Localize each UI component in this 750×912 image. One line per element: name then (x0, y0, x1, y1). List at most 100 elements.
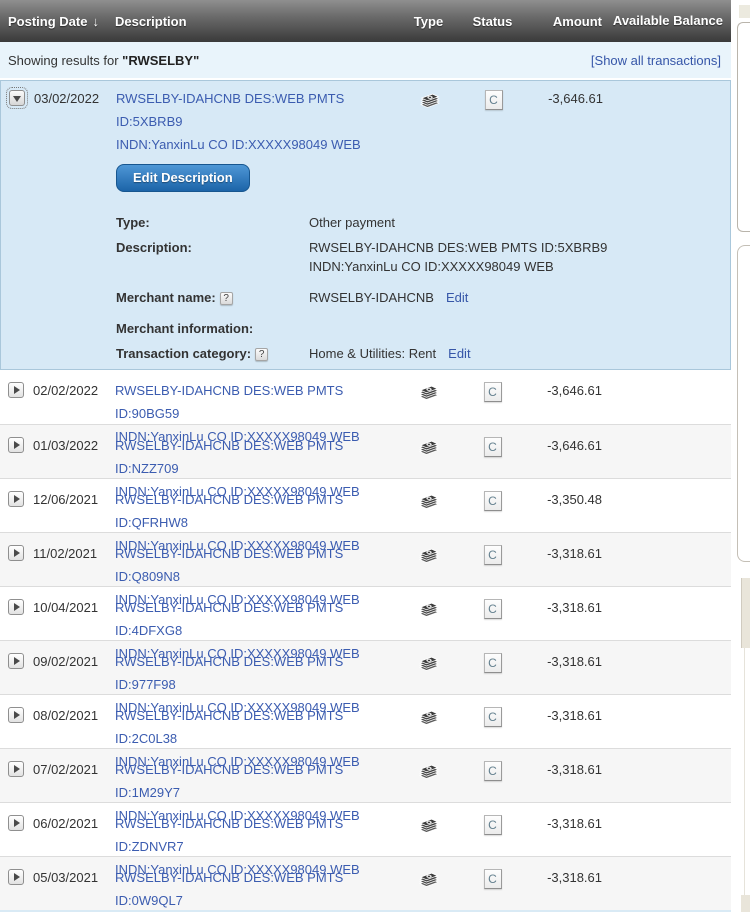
chevron-down-icon (13, 96, 21, 102)
posting-date: 06/02/2021 (33, 812, 98, 835)
transaction-description-link[interactable]: RWSELBY-IDAHCNB DES:WEB PMTS ID:0W9QL7IN… (115, 866, 397, 912)
chevron-right-icon (14, 711, 20, 719)
transaction-amount: -3,646.61 (526, 87, 603, 156)
chevron-right-icon (14, 657, 20, 665)
column-description[interactable]: Description (107, 14, 397, 29)
posting-date: 07/02/2021 (33, 758, 98, 781)
expand-row-button[interactable] (8, 491, 24, 507)
detail-type: Type: Other payment (116, 213, 730, 232)
money-stack-icon (418, 382, 440, 401)
edit-description-button[interactable]: Edit Description (116, 164, 250, 192)
status-badge[interactable]: C (484, 491, 502, 511)
status-badge[interactable]: C (485, 90, 503, 110)
payment-type-icon (418, 713, 440, 730)
money-stack-icon (418, 707, 440, 726)
payment-type-icon (418, 388, 440, 405)
table-row: 02/02/2022 RWSELBY-IDAHCNB DES:WEB PMTS … (0, 370, 731, 424)
clipped-card-edge (737, 245, 750, 562)
status-badge[interactable]: C (484, 382, 502, 402)
detail-category: Transaction category:? Home & Utilities:… (116, 344, 730, 363)
transactions-table: Posting Date↓ Description Type Status Am… (0, 0, 731, 912)
posting-date: 09/02/2021 (33, 650, 98, 673)
clipped-panel-edge (741, 895, 750, 912)
chevron-right-icon (14, 549, 20, 557)
expand-row-button[interactable] (8, 382, 24, 398)
detail-type-label: Type: (116, 213, 309, 232)
payment-type-icon (418, 875, 440, 892)
chevron-right-icon (14, 386, 20, 394)
row-status-cell: C (461, 87, 526, 156)
payment-type-icon (418, 659, 440, 676)
detail-type-value: Other payment (309, 213, 730, 232)
expand-row-button[interactable] (8, 599, 24, 615)
chevron-right-icon (14, 819, 20, 827)
row-description-cell: RWSELBY-IDAHCNB DES:WEB PMTS ID:5XBRB9IN… (108, 87, 398, 156)
help-icon[interactable]: ? (255, 348, 268, 361)
posting-date: 05/03/2021 (33, 866, 98, 889)
money-stack-icon (418, 545, 440, 564)
expand-row-button[interactable] (8, 437, 24, 453)
transaction-amount: -3,318.61 (525, 866, 602, 912)
transaction-details: Type: Other payment Description: RWSELBY… (116, 213, 730, 363)
expand-row-button[interactable] (8, 869, 24, 885)
row-type-cell (398, 87, 461, 156)
posting-date: 02/02/2022 (33, 379, 98, 402)
help-icon[interactable]: ? (220, 292, 233, 305)
expand-row-button[interactable] (8, 815, 24, 831)
payment-type-icon (418, 767, 440, 784)
detail-merchant-info-value (309, 319, 730, 338)
row-type-cell (397, 866, 460, 912)
detail-category-label: Transaction category:? (116, 344, 309, 363)
row-date-cell: 05/03/2021 (0, 866, 107, 912)
status-badge[interactable]: C (484, 815, 502, 835)
row-status-cell: C (460, 866, 525, 912)
status-badge[interactable]: C (484, 653, 502, 673)
detail-description: Description: RWSELBY-IDAHCNB DES:WEB PMT… (116, 238, 730, 276)
status-badge[interactable]: C (484, 707, 502, 727)
clipped-card-edge (737, 22, 750, 232)
clipped-panel-border (744, 648, 745, 895)
column-posting-date[interactable]: Posting Date↓ (0, 14, 107, 29)
expand-row-button[interactable] (8, 761, 24, 777)
detail-merchant-name-label: Merchant name:? (116, 288, 309, 307)
search-query: "RWSELBY" (122, 53, 199, 68)
detail-merchant-name-value: RWSELBY-IDAHCNBEdit (309, 288, 730, 307)
chevron-right-icon (14, 873, 20, 881)
column-status[interactable]: Status (460, 14, 525, 29)
money-stack-icon (418, 761, 440, 780)
collapse-row-button[interactable] (9, 90, 25, 106)
expand-row-button[interactable] (8, 653, 24, 669)
posting-date: 08/02/2021 (33, 704, 98, 727)
chevron-right-icon (14, 441, 20, 449)
expand-row-button[interactable] (8, 707, 24, 723)
transaction-description-link[interactable]: RWSELBY-IDAHCNB DES:WEB PMTS ID:5XBRB9IN… (116, 87, 398, 156)
show-all-transactions-link[interactable]: [Show all transactions] (591, 53, 721, 68)
column-available-balance[interactable]: Available Balance (602, 13, 731, 29)
detail-merchant-info: Merchant information: (116, 319, 730, 338)
expanded-summary-row: 03/02/2022 RWSELBY-IDAHCNB DES:WEB PMTS … (1, 81, 730, 156)
money-stack-icon (418, 491, 440, 510)
payment-type-icon (418, 497, 440, 514)
results-bar: Showing results for "RWSELBY" [Show all … (0, 42, 731, 78)
posting-date: 10/04/2021 (33, 596, 98, 619)
column-type[interactable]: Type (397, 14, 460, 29)
chevron-right-icon (14, 603, 20, 611)
status-badge[interactable]: C (484, 761, 502, 781)
row-date-cell: 03/02/2022 (1, 87, 108, 156)
edit-merchant-name-link[interactable]: Edit (446, 290, 468, 305)
money-stack-icon (418, 437, 440, 456)
status-badge[interactable]: C (484, 545, 502, 565)
column-amount[interactable]: Amount (525, 14, 602, 29)
posting-date: 03/02/2022 (34, 87, 99, 110)
status-badge[interactable]: C (484, 437, 502, 457)
chevron-right-icon (14, 765, 20, 773)
sort-descending-icon: ↓ (92, 14, 99, 29)
expanded-transaction: 03/02/2022 RWSELBY-IDAHCNB DES:WEB PMTS … (0, 80, 731, 370)
payment-type-icon (418, 605, 440, 622)
expand-row-button[interactable] (8, 545, 24, 561)
edit-category-link[interactable]: Edit (448, 346, 470, 361)
detail-merchant-name: Merchant name:? RWSELBY-IDAHCNBEdit (116, 288, 730, 307)
posting-date: 12/06/2021 (33, 488, 98, 511)
status-badge[interactable]: C (484, 869, 502, 889)
status-badge[interactable]: C (484, 599, 502, 619)
